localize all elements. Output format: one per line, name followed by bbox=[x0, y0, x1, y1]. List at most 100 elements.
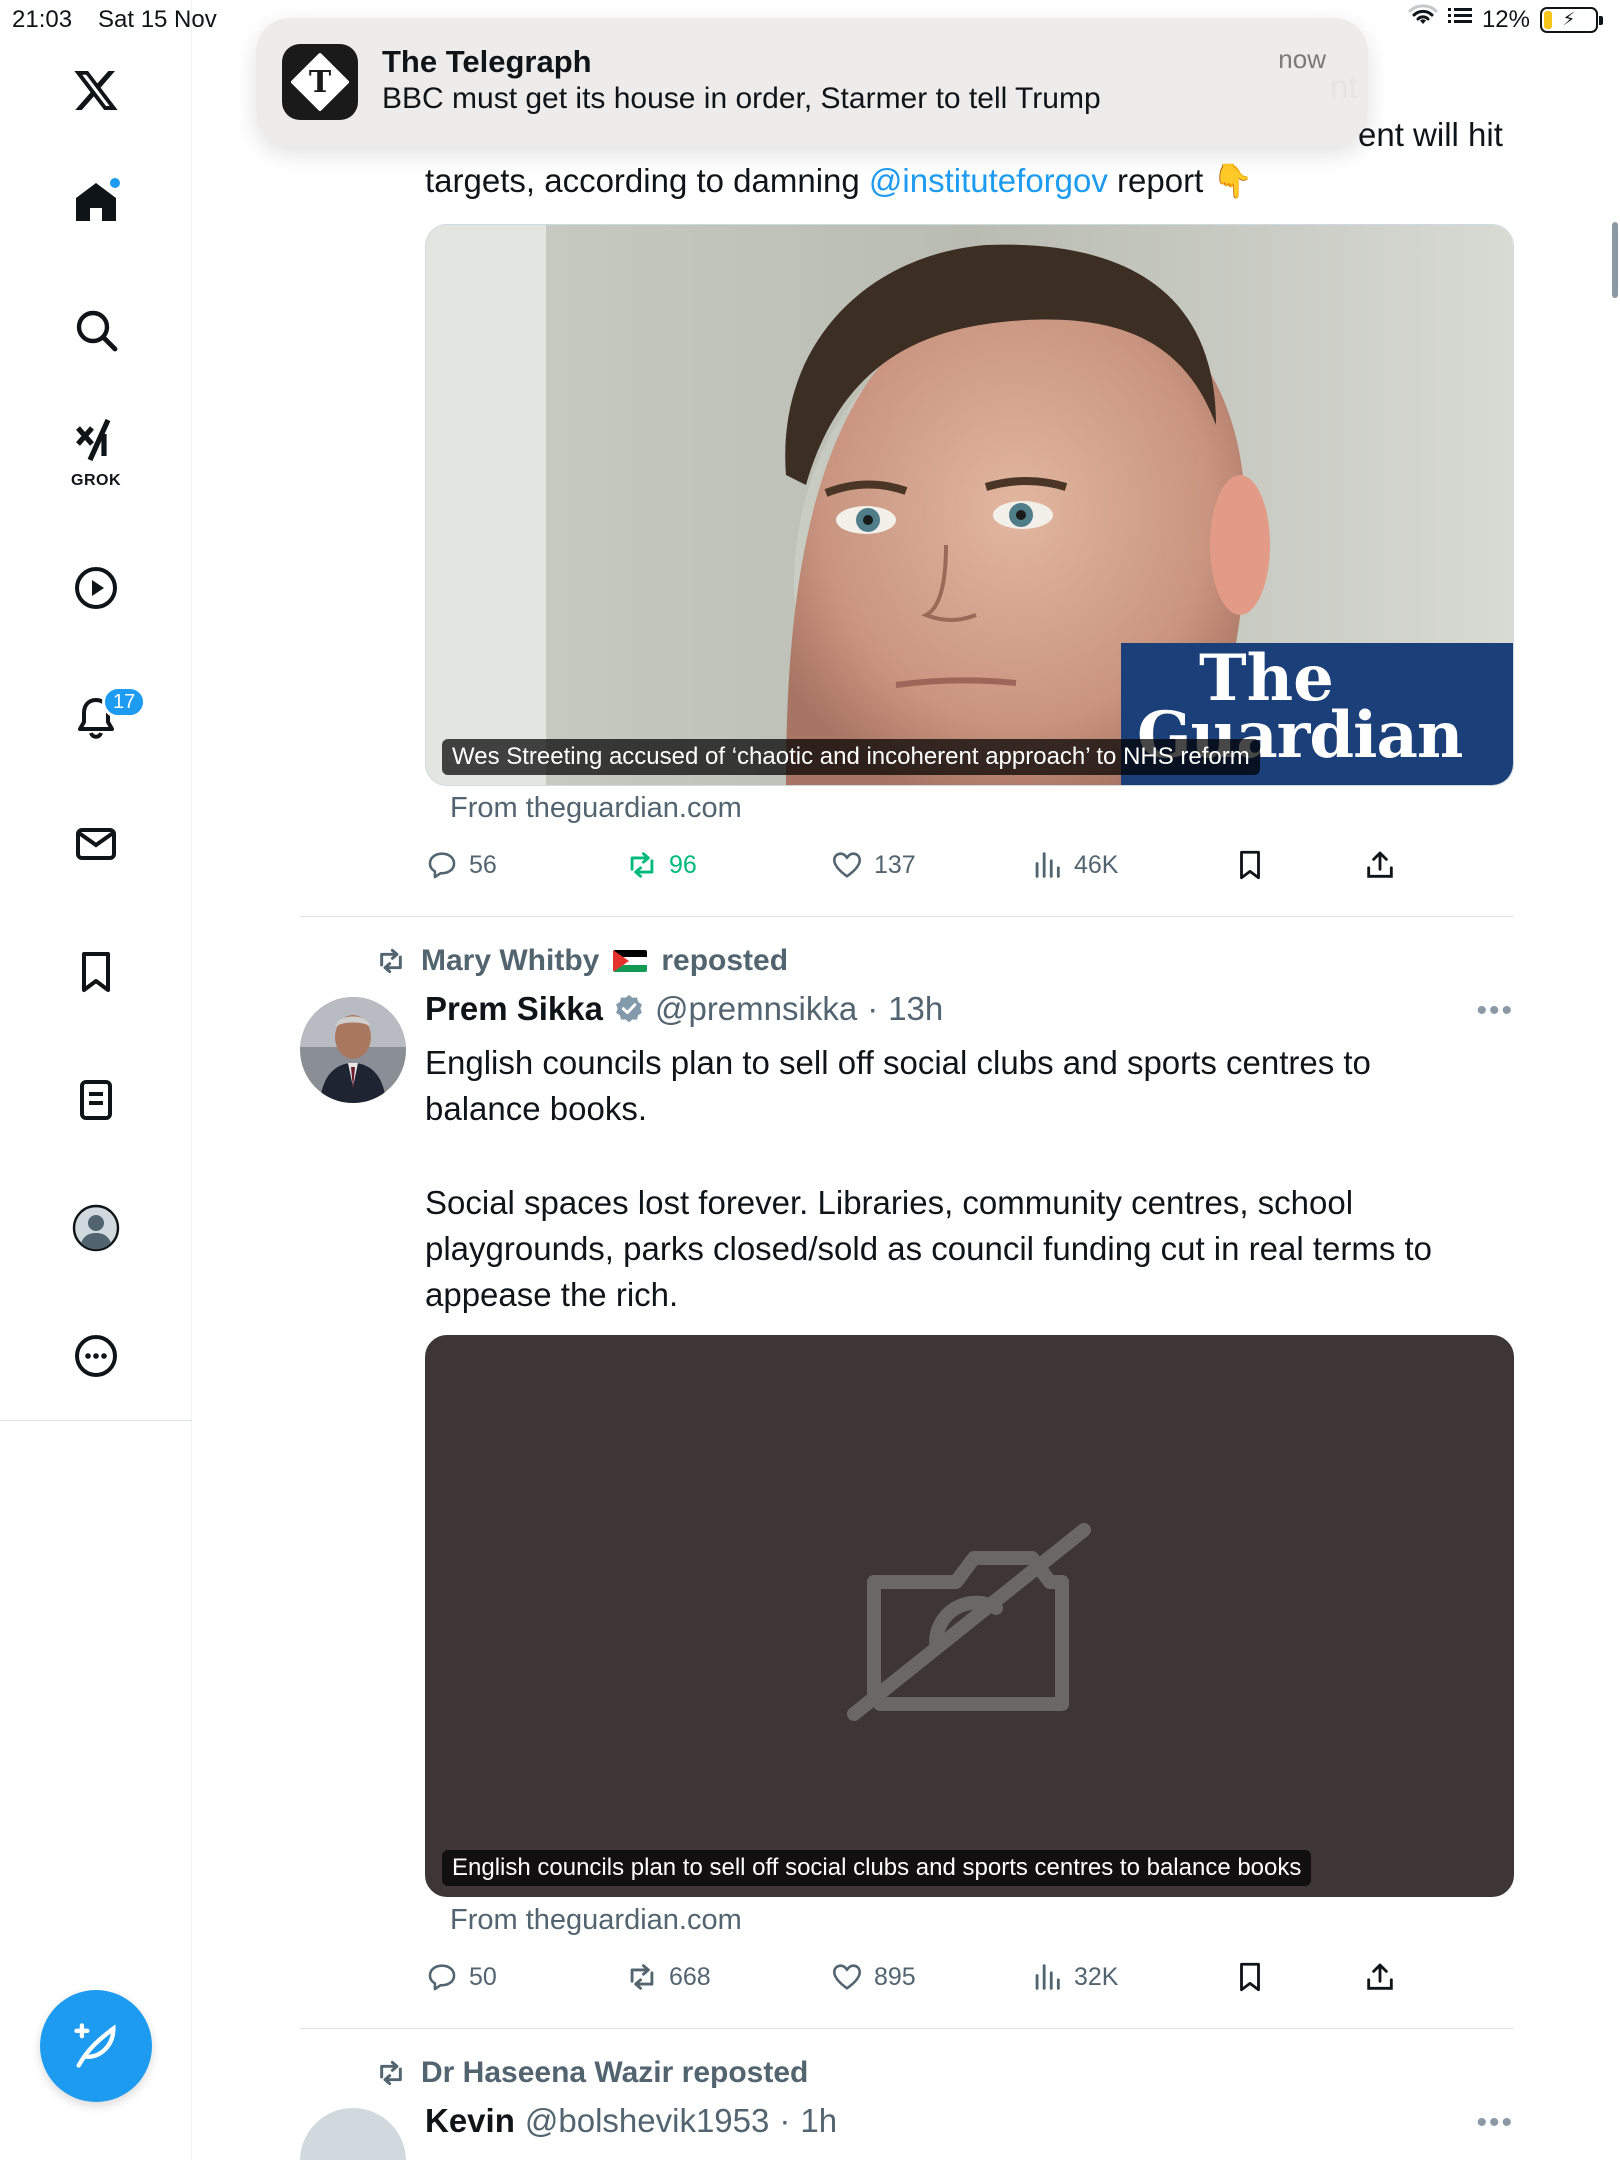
more-menu-icon[interactable]: ••• bbox=[1476, 994, 1514, 1028]
reposter-name[interactable]: Mary Whitby bbox=[421, 944, 599, 978]
views-button[interactable]: 32K bbox=[1030, 1960, 1118, 1994]
heart-icon bbox=[832, 1964, 862, 1990]
repost-context: Mary Whitby reposted bbox=[375, 944, 788, 978]
author-line: Prem Sikka @premnsikka · 13h bbox=[425, 990, 943, 1028]
grok-label: GROK bbox=[71, 472, 121, 489]
telegraph-app-icon: T bbox=[282, 44, 358, 120]
reply-button[interactable]: 56 bbox=[425, 848, 497, 882]
views-icon bbox=[1035, 1964, 1060, 1990]
messages-icon[interactable] bbox=[58, 806, 134, 882]
post1-text-after: report 👇 bbox=[1107, 162, 1254, 199]
repost-icon bbox=[630, 852, 654, 878]
like-count: 895 bbox=[874, 1962, 916, 1991]
author-line: Kevin @bolshevik1953 · 1h bbox=[425, 2102, 837, 2140]
video-icon[interactable] bbox=[58, 550, 134, 626]
card-caption: English councils plan to sell off social… bbox=[442, 1850, 1312, 1886]
grok-icon[interactable]: GROK bbox=[58, 416, 134, 506]
post1-action-bar: 56 96 137 46K bbox=[425, 848, 1425, 888]
post-time[interactable]: 13h bbox=[888, 990, 943, 1028]
card-source[interactable]: From theguardian.com bbox=[450, 1904, 742, 1937]
repost-button[interactable]: 668 bbox=[625, 1960, 711, 1994]
post-divider bbox=[300, 916, 1514, 917]
verified-badge-icon bbox=[613, 993, 645, 1025]
repost-icon bbox=[630, 1964, 654, 1990]
repost-context: Dr Haseena Wazir reposted bbox=[375, 2056, 808, 2090]
compose-post-button[interactable] bbox=[40, 1990, 152, 2102]
like-button[interactable]: 895 bbox=[830, 1960, 916, 1994]
bookmark-icon bbox=[1240, 1962, 1260, 1992]
reply-icon bbox=[428, 852, 456, 879]
profile-avatar-icon[interactable] bbox=[58, 1190, 134, 1266]
post1-text-before: targets, according to damning bbox=[425, 162, 869, 199]
post-divider bbox=[300, 2028, 1514, 2029]
link-card-guardian[interactable]: The Guardian Wes Streeting accused of ‘c… bbox=[425, 224, 1514, 786]
notification-app-name: The Telegraph bbox=[382, 44, 592, 79]
dot-separator: · bbox=[867, 990, 879, 1027]
bookmark-button[interactable] bbox=[1233, 848, 1267, 882]
reposted-label: reposted bbox=[661, 944, 789, 977]
sidebar-divider bbox=[0, 1420, 192, 1421]
notification-body: BBC must get its house in order, Starmer… bbox=[382, 82, 1101, 115]
views-button[interactable]: 46K bbox=[1030, 848, 1118, 882]
bookmark-button[interactable] bbox=[1233, 1960, 1267, 1994]
repost-count: 668 bbox=[669, 1962, 711, 1991]
x-logo-icon[interactable] bbox=[58, 52, 134, 128]
author-avatar[interactable] bbox=[300, 2108, 406, 2160]
share-icon bbox=[1367, 851, 1393, 878]
dot-separator: · bbox=[779, 2102, 791, 2139]
reply-count: 56 bbox=[469, 850, 497, 879]
palestine-flag-icon bbox=[613, 950, 648, 972]
more-options-icon[interactable] bbox=[58, 1318, 134, 1394]
reply-icon bbox=[428, 1964, 456, 1991]
post2-action-bar: 50 668 895 32K bbox=[425, 1960, 1425, 2000]
repost-button[interactable]: 96 bbox=[625, 848, 697, 882]
reply-button[interactable]: 50 bbox=[425, 1960, 497, 1994]
lists-icon[interactable] bbox=[58, 1062, 134, 1138]
author-name[interactable]: Kevin bbox=[425, 2102, 515, 2140]
author-name[interactable]: Prem Sikka bbox=[425, 990, 603, 1028]
repost-count: 96 bbox=[669, 850, 697, 879]
search-icon[interactable] bbox=[58, 292, 134, 368]
more-menu-icon[interactable]: ••• bbox=[1476, 2106, 1514, 2140]
heart-icon bbox=[832, 852, 862, 878]
author-avatar[interactable] bbox=[300, 997, 406, 1103]
repost-small-icon bbox=[380, 948, 402, 974]
share-icon bbox=[1367, 1963, 1393, 1990]
author-handle[interactable]: @premnsikka bbox=[655, 990, 857, 1028]
card-caption: Wes Streeting accused of ‘chaotic and in… bbox=[442, 739, 1260, 775]
mention-link[interactable]: @instituteforgov bbox=[869, 162, 1108, 199]
like-button[interactable]: 137 bbox=[830, 848, 916, 882]
notifications-badge: 17 bbox=[102, 686, 147, 718]
views-count: 46K bbox=[1074, 850, 1119, 879]
share-button[interactable] bbox=[1363, 848, 1397, 882]
notifications-icon[interactable]: 17 bbox=[58, 680, 147, 756]
repost-small-icon bbox=[380, 2060, 402, 2086]
post-time[interactable]: 1h bbox=[800, 2102, 837, 2140]
reposter-name[interactable]: Dr Haseena Wazir reposted bbox=[421, 2056, 808, 2090]
home-unread-dot bbox=[108, 176, 122, 190]
views-count: 32K bbox=[1074, 1962, 1119, 1991]
notification-time: now bbox=[1278, 44, 1326, 74]
battery-icon: ⚡ bbox=[1540, 6, 1603, 33]
compose-feather-icon bbox=[74, 2023, 116, 2068]
bookmark-icon bbox=[1240, 850, 1260, 880]
post2-text-p2: Social spaces lost forever. Libraries, c… bbox=[425, 1184, 1433, 1313]
sidebar: GROK 17 bbox=[0, 0, 192, 2160]
svg-text:T: T bbox=[309, 65, 332, 100]
image-unavailable-icon bbox=[847, 1523, 1091, 1721]
scrollbar[interactable] bbox=[1612, 222, 1618, 298]
author-handle[interactable]: @bolshevik1953 bbox=[525, 2102, 770, 2140]
share-button[interactable] bbox=[1363, 1960, 1397, 1994]
timeline: nt ent will hit targets, according to da… bbox=[300, 0, 1514, 2160]
views-icon bbox=[1035, 852, 1060, 878]
home-icon[interactable] bbox=[58, 164, 134, 240]
post2-text-p1: English councils plan to sell off social… bbox=[425, 1044, 1371, 1127]
card-source[interactable]: From theguardian.com bbox=[450, 792, 742, 825]
link-card-councils[interactable]: English councils plan to sell off social… bbox=[425, 1335, 1514, 1897]
reply-count: 50 bbox=[469, 1962, 497, 1991]
post1-text-line: targets, according to damning @institute… bbox=[425, 158, 1254, 204]
like-count: 137 bbox=[874, 850, 916, 879]
post1-text-fragment: ent will hit bbox=[1358, 116, 1503, 153]
notification-banner[interactable]: T The Telegraph BBC must get its house i… bbox=[256, 18, 1368, 146]
bookmarks-icon[interactable] bbox=[58, 934, 134, 1010]
